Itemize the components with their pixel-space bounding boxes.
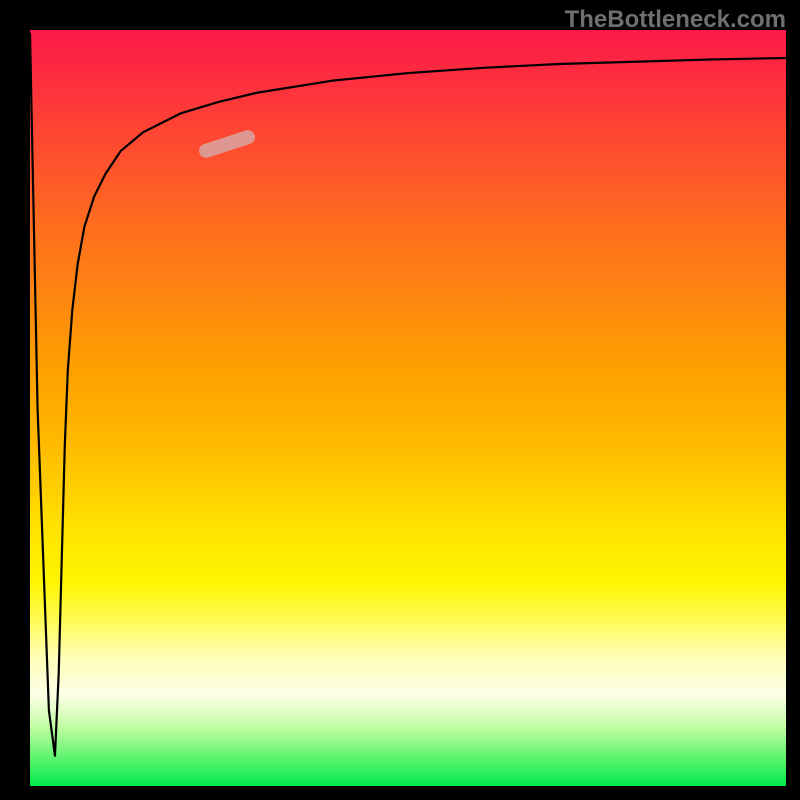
watermark-text: TheBottleneck.com (565, 6, 786, 34)
bottleneck-curve (30, 30, 786, 786)
chart-frame: TheBottleneck.com (0, 0, 800, 800)
